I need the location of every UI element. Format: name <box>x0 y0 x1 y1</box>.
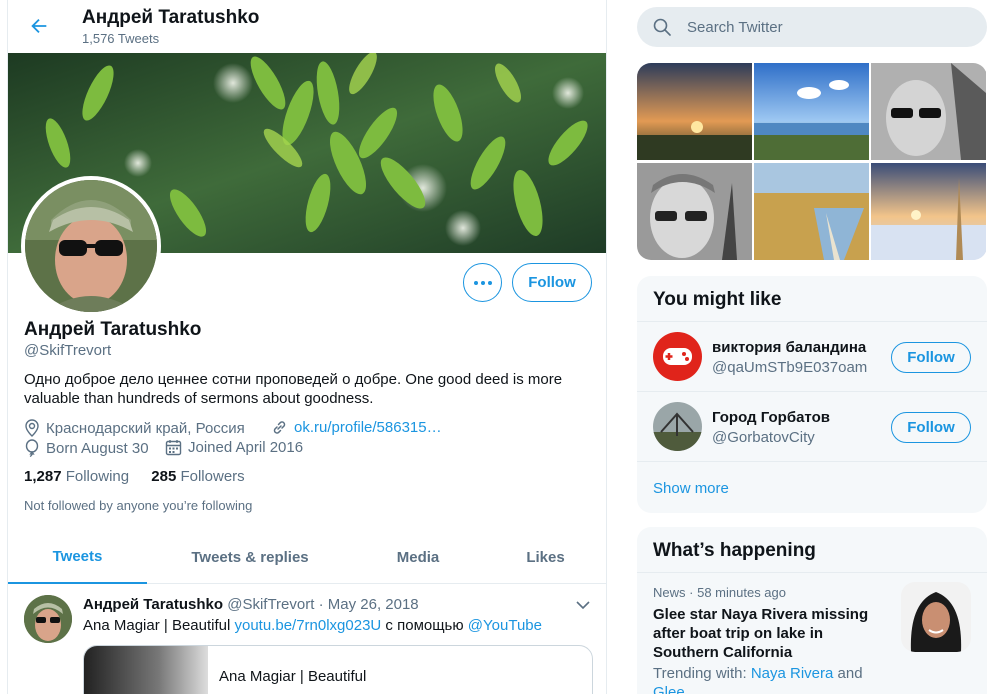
suggested-user-handle: @qaUmSTb9E037oam <box>712 359 868 376</box>
trend-category: News <box>653 585 686 600</box>
tweet-avatar-image <box>24 595 72 643</box>
trend-divider <box>637 572 987 573</box>
media-thumb-reeds[interactable] <box>754 163 869 260</box>
card-title: Ana Magiar | Beautiful <box>219 668 367 685</box>
trend-meta: News · 58 minutes ago <box>653 585 786 600</box>
trend-trending-with: Trending with: Naya Rivera and Glee <box>653 664 893 694</box>
tweet-mention[interactable]: @YouTube <box>468 617 542 634</box>
avatar-image <box>25 180 157 312</box>
tweet-header: Андрей Taratushko @SkifTrevort · May 26,… <box>83 596 419 613</box>
gamepad-icon <box>653 332 702 381</box>
profile-website[interactable]: ok.ru/profile/586315… <box>271 419 442 436</box>
tweet-text: Ana Magiar | Beautiful youtu.be/7rn0lxg0… <box>83 617 542 634</box>
whats-happening-title: What’s happening <box>653 540 816 561</box>
profile-location: Краснодарский край, Россия <box>24 419 245 437</box>
tab-likes[interactable]: Likes <box>483 530 606 584</box>
media-thumb-portrait-1[interactable] <box>871 63 986 160</box>
tweet-author-handle: @SkifTrevort <box>227 596 315 613</box>
back-button[interactable] <box>26 13 52 39</box>
trend-headline[interactable]: Glee star Naya Rivera missing after boat… <box>653 605 883 662</box>
show-more-row[interactable]: Show more <box>637 461 987 513</box>
who-to-follow-title: You might like <box>653 289 782 310</box>
website-link[interactable]: ok.ru/profile/586315… <box>294 419 442 436</box>
trending-link-naya[interactable]: Naya Rivera <box>751 665 834 682</box>
tweet-date[interactable]: May 26, 2018 <box>328 596 419 613</box>
tweet[interactable]: Андрей Taratushko @SkifTrevort · May 26,… <box>8 585 606 694</box>
balloon-icon <box>25 439 39 457</box>
suggested-user-avatar[interactable] <box>653 332 702 381</box>
suggested-user-row[interactable]: Город Горбатов @GorbatovCity Follow <box>637 391 987 461</box>
header-tweet-count: 1,576 Tweets <box>82 31 160 46</box>
tweet-menu-button[interactable] <box>576 597 590 615</box>
trend-time: 58 minutes ago <box>697 585 787 600</box>
follow-button[interactable]: Follow <box>512 263 592 302</box>
profile-name: Андрей Taratushko <box>24 319 202 340</box>
calendar-icon <box>165 440 182 456</box>
suggested-user-row[interactable]: виктория баландина @qaUmSTb9E037oam Foll… <box>637 321 987 391</box>
link-card[interactable]: Ana Magiar | Beautiful <box>83 645 593 694</box>
tab-media[interactable]: Media <box>353 530 483 584</box>
tweet-avatar[interactable] <box>24 595 72 643</box>
trending-and: and <box>833 665 863 682</box>
profile-joined: Joined April 2016 <box>165 439 303 456</box>
tab-tweets[interactable]: Tweets <box>8 530 147 584</box>
following-label: Following <box>65 468 130 485</box>
who-to-follow-panel: You might like виктория баландина @qaUmS… <box>637 276 987 513</box>
tweet-text-prefix: Ana Magiar | Beautiful <box>83 617 235 634</box>
back-arrow-icon <box>31 18 47 34</box>
followers-count: 285 <box>151 468 177 485</box>
media-grid <box>637 63 987 260</box>
profile-handle: @SkifTrevort <box>24 342 112 359</box>
profile-header-bar: Андрей Taratushko 1,576 Tweets <box>8 0 606 53</box>
trending-with-label: Trending with: <box>653 665 751 682</box>
suggested-user-follow-button[interactable]: Follow <box>891 412 971 443</box>
trend-image[interactable] <box>901 582 971 652</box>
profile-stats: 1,287 Following 285 Followers <box>24 468 245 485</box>
suggested-user-name[interactable]: Город Горбатов <box>712 409 830 426</box>
card-thumbnail <box>84 646 208 694</box>
birthday-text: Born August 30 <box>46 439 149 457</box>
chevron-down-icon <box>576 601 590 610</box>
following-count: 1,287 <box>24 468 62 485</box>
profile-birthday: Born August 30 <box>24 439 149 457</box>
not-followed-note: Not followed by anyone you’re following <box>24 498 253 513</box>
location-icon <box>25 419 39 437</box>
media-thumb-portrait-2[interactable] <box>637 163 752 260</box>
more-options-button[interactable] <box>463 263 502 302</box>
search-icon <box>653 18 671 36</box>
tweet-dot: · <box>318 596 324 613</box>
media-thumb-sunset[interactable] <box>637 63 752 160</box>
suggested-user-name[interactable]: виктория баландина <box>712 339 866 356</box>
profile-tabs: Tweets Tweets & replies Media Likes <box>8 530 606 584</box>
more-icon <box>473 280 492 285</box>
main-column: Андрей Taratushko 1,576 Tweets Follow Ан… <box>7 0 607 694</box>
followers-link[interactable]: 285 Followers <box>151 468 244 485</box>
header-name: Андрей Taratushko <box>82 7 260 28</box>
suggested-user-follow-button[interactable]: Follow <box>891 342 971 373</box>
suggested-user-avatar[interactable] <box>653 402 702 451</box>
location-text: Краснодарский край, Россия <box>46 419 245 437</box>
media-thumb-winter[interactable] <box>871 163 986 260</box>
following-link[interactable]: 1,287 Following <box>24 468 129 485</box>
show-more-link[interactable]: Show more <box>653 480 729 497</box>
tweet-link[interactable]: youtu.be/7rn0lxg023U <box>234 617 381 634</box>
trend-photo <box>901 582 971 652</box>
suggested-user-avatar-image <box>653 402 702 451</box>
link-icon <box>273 421 286 434</box>
joined-text: Joined April 2016 <box>188 439 304 456</box>
followers-label: Followers <box>180 468 245 485</box>
trending-link-glee[interactable]: Glee <box>653 684 685 694</box>
search-input[interactable] <box>687 7 967 47</box>
tab-tweets-replies[interactable]: Tweets & replies <box>147 530 353 584</box>
tweet-text-middle: с помощью <box>381 617 468 634</box>
media-thumb-lake[interactable] <box>754 63 869 160</box>
profile-avatar[interactable] <box>21 176 161 316</box>
search-bar[interactable] <box>637 7 987 47</box>
tweet-author-name[interactable]: Андрей Taratushko <box>83 596 223 613</box>
trend-dot: · <box>689 585 694 600</box>
profile-bio: Одно доброе дело ценнее сотни проповедей… <box>24 371 563 407</box>
whats-happening-panel: What’s happening News · 58 minutes ago G… <box>637 527 987 694</box>
suggested-user-handle: @GorbatovCity <box>712 429 815 446</box>
